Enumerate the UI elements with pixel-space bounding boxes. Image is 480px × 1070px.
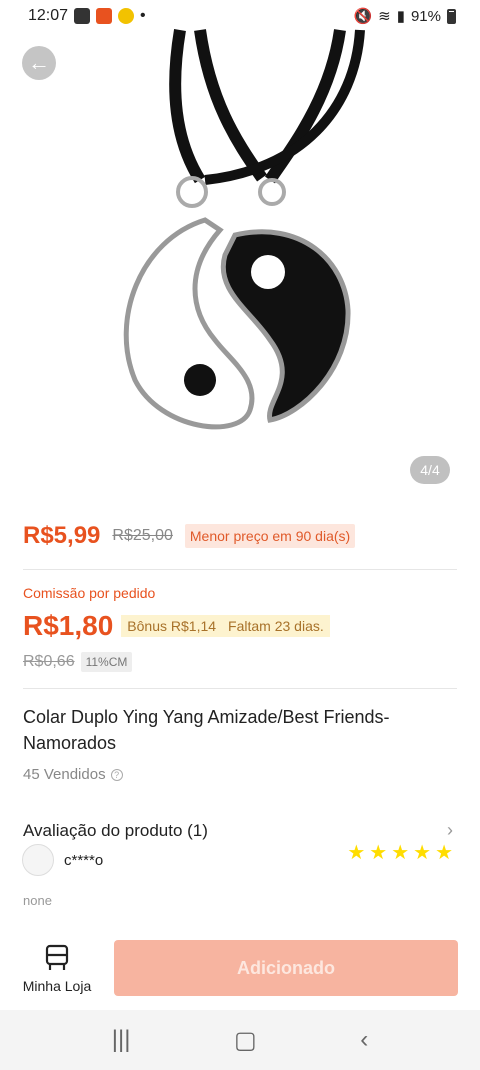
- review-variant: none: [23, 893, 52, 908]
- recent-apps-button[interactable]: |||: [112, 1026, 131, 1054]
- bottom-action-bar: Minha Loja Adicionado: [0, 928, 480, 1010]
- clock: 12:07: [28, 7, 69, 24]
- commission-row: R$1,80 Bônus R$1,14 Faltam 23 dias.: [23, 610, 330, 642]
- image-counter: 4/4: [410, 456, 450, 484]
- product-title: Colar Duplo Ying Yang Amizade/Best Frien…: [23, 707, 390, 753]
- divider: [23, 569, 457, 570]
- arrow-left-icon: ←: [28, 50, 50, 75]
- battery-percent: 91%: [410, 7, 441, 25]
- sold-count: 45 Vendidos ?: [23, 766, 123, 783]
- app-icon: [96, 8, 113, 24]
- price-row: R$5,99 R$25,00 Menor preço em 90 dia(s): [23, 522, 356, 550]
- chevron-right-icon[interactable]: ›: [447, 820, 453, 841]
- help-icon[interactable]: ?: [110, 768, 123, 781]
- star-icon: ★: [391, 842, 410, 864]
- wifi-icon: ≋: [378, 8, 391, 25]
- mute-icon: 🔇: [353, 8, 373, 25]
- back-nav-button[interactable]: ‹: [360, 1026, 368, 1054]
- reviewer-name: c****o: [64, 851, 104, 869]
- bonus-badge: Bônus R$1,14 Faltam 23 dias.: [121, 615, 330, 637]
- divider: [23, 688, 457, 689]
- commission-value: R$1,80: [23, 610, 114, 641]
- commission-rate-badge: 11%CM: [80, 652, 133, 672]
- star-icon: ★: [369, 842, 388, 864]
- store-icon: [45, 944, 69, 970]
- notification-dot: •: [140, 7, 146, 24]
- reviewer: c****o: [22, 844, 103, 876]
- added-button[interactable]: Adicionado: [114, 940, 458, 996]
- avatar: [22, 844, 54, 876]
- my-store-button[interactable]: Minha Loja: [18, 944, 96, 994]
- system-nav-bar: ||| ▢ ‹: [0, 1010, 480, 1070]
- bonus-days-left: Faltam 23 dias.: [228, 618, 324, 634]
- bonus-amount: Bônus R$1,14: [127, 618, 217, 634]
- back-button[interactable]: ←: [22, 46, 56, 80]
- reviews-title: Avaliação do produto (1): [23, 820, 208, 840]
- star-icon: ★: [435, 842, 453, 864]
- smiley-icon: [118, 8, 135, 24]
- product-image-gallery[interactable]: ← 4/4: [0, 0, 480, 505]
- lowest-price-badge: Menor preço em 90 dia(s): [184, 524, 356, 548]
- commission-rate-row: R$0,66 11%CM: [23, 652, 133, 672]
- my-store-label: Minha Loja: [22, 978, 92, 994]
- battery-icon: [447, 8, 456, 24]
- gallery-icon: [74, 8, 91, 24]
- product-image: [123, 29, 365, 430]
- signal-icon: ▮: [396, 8, 405, 25]
- old-commission: R$0,66: [23, 653, 75, 670]
- rating-stars: ★ ★ ★ ★ ★: [347, 843, 453, 863]
- original-price: R$25,00: [112, 527, 173, 544]
- commission-label: Comissão por pedido: [23, 585, 156, 601]
- reviews-header[interactable]: Avaliação do produto (1) ›: [23, 820, 453, 841]
- home-button[interactable]: ▢: [234, 1026, 257, 1055]
- status-bar: 12:07 • 🔇 ≋ ▮ 91%: [0, 0, 480, 32]
- sold-label: 45 Vendidos: [23, 766, 106, 783]
- star-icon: ★: [413, 842, 432, 864]
- star-icon: ★: [347, 842, 366, 864]
- current-price: R$5,99: [23, 522, 101, 549]
